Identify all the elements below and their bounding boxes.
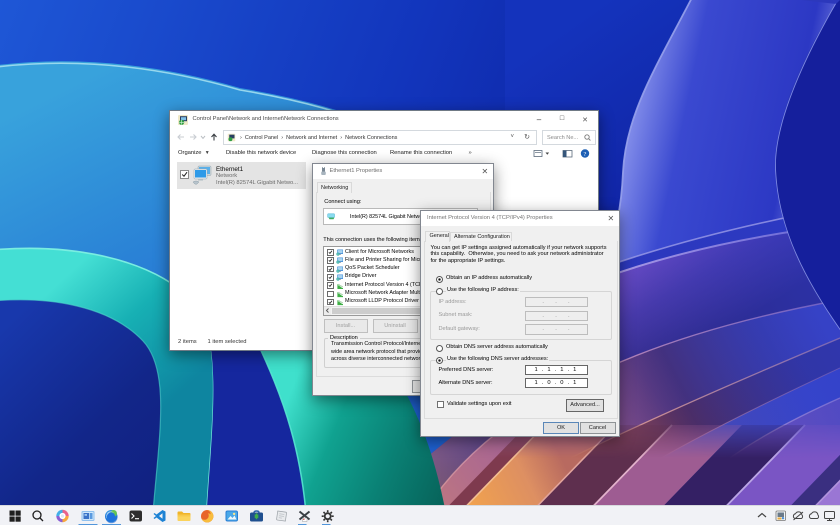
svg-text:?: ? (583, 151, 586, 158)
